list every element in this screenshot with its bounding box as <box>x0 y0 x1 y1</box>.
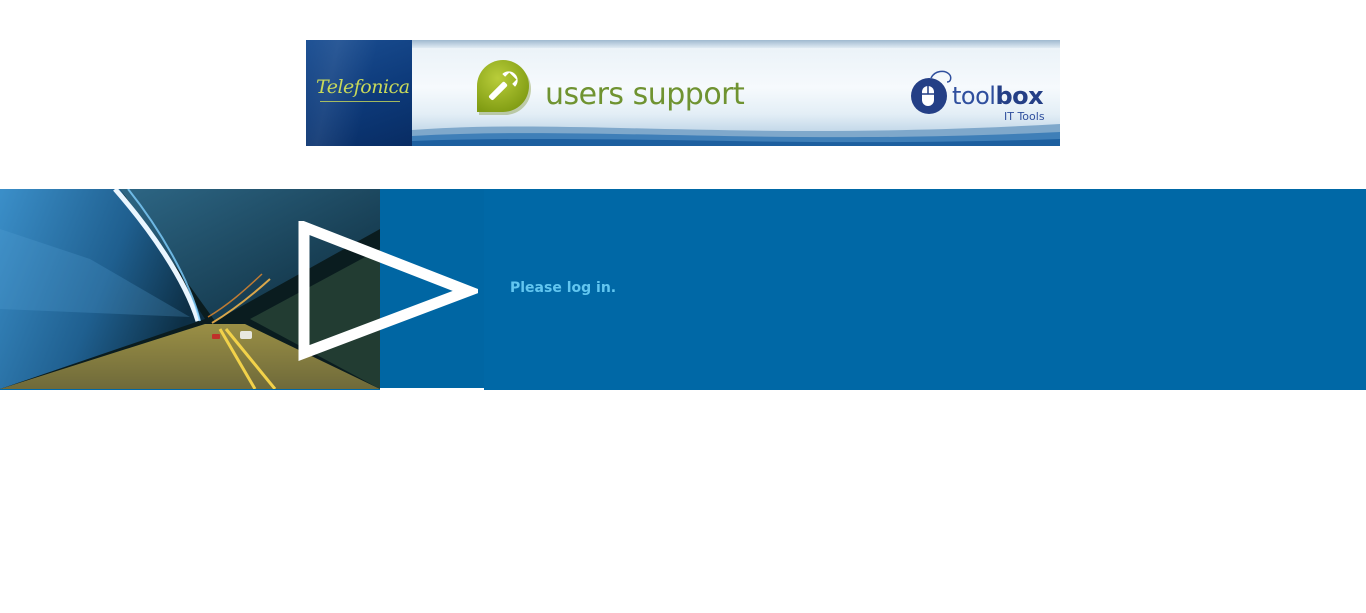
banner-waves <box>412 124 1060 146</box>
toolbox-logo-text: toolbox <box>952 82 1044 110</box>
login-page: Telefonica users support toolbox IT Tool… <box>0 0 1366 613</box>
banner-top-band <box>306 40 1060 48</box>
header-banner: Telefonica users support toolbox IT Tool… <box>306 40 1060 146</box>
hero-accent-divider <box>380 388 484 390</box>
toolbox-word-bold: box <box>995 82 1044 110</box>
mouse-icon <box>911 70 952 114</box>
brand-underline <box>320 101 400 102</box>
toolbox-word-light: tool <box>952 82 996 110</box>
login-prompt: Please log in. <box>510 280 617 296</box>
brand-name: Telefonica <box>316 76 410 98</box>
hero-section <box>0 189 1366 390</box>
play-triangle-icon <box>298 221 478 361</box>
banner-title: users support <box>545 77 745 112</box>
wrench-icon <box>477 60 531 115</box>
toolbox-subtitle: IT Tools <box>1004 110 1045 123</box>
brand-logo: Telefonica <box>306 40 412 146</box>
